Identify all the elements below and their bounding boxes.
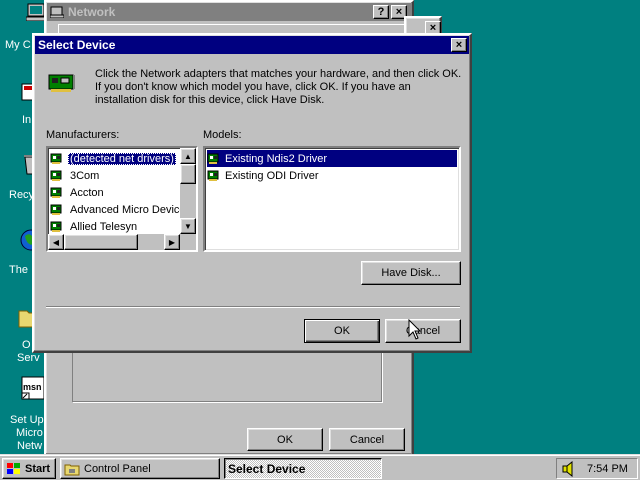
scroll-down-button[interactable]: ▼ [180,218,196,234]
scroll-right-button[interactable]: ▶ [164,234,180,250]
manufacturer-item[interactable]: Allied Telesyn [50,218,139,235]
select-device-close-button[interactable]: × [451,38,467,52]
manufacturers-vscrollbar[interactable]: ▲ ▼ [180,148,196,234]
dialog-ok-button[interactable]: OK [304,319,380,343]
model-item-label: Existing ODI Driver [225,169,319,182]
manufacturer-item-label: Accton [70,186,104,199]
manufacturer-item[interactable]: Advanced Micro Devices [50,201,193,218]
start-button[interactable]: Start [2,458,56,479]
select-device-title: Select Device [38,38,116,52]
desktop-label-setup[interactable]: Set Up [10,414,46,426]
network-adapter-icon [207,170,221,182]
windows-logo-icon [6,462,22,476]
network-ok-button[interactable]: OK [247,428,323,451]
dialog-instructions: Click the Network adapters that matches … [95,68,462,106]
have-disk-button[interactable]: Have Disk... [361,261,461,285]
select-device-dialog: Select Device × Click the Network adapte… [32,33,472,353]
desktop-label-services[interactable]: Serv [17,352,47,364]
control-panel-icon [64,462,80,476]
scroll-up-button[interactable]: ▲ [180,148,196,164]
manufacturer-item[interactable]: 3Com [50,167,101,184]
taskbar-control-panel-label: Control Panel [84,462,151,475]
volume-speaker-icon[interactable] [561,460,577,477]
manufacturers-label: Manufacturers: [46,129,119,141]
network-cancel-button[interactable]: Cancel [329,428,405,451]
manufacturers-listbox[interactable]: (detected net drivers) 3Com Accton Advanced… [46,146,198,252]
desktop-label-network[interactable]: Netw [17,440,47,452]
network-adapter-icon [50,170,64,182]
network-adapter-icon [50,221,64,233]
scroll-thumb[interactable] [180,164,196,184]
model-item-label: Existing Ndis2 Driver [225,152,328,165]
network-adapter-icon [50,153,64,165]
manufacturer-item-label: 3Com [70,169,100,182]
manufacturer-item-label: (detected net drivers) [68,152,176,165]
select-device-titlebar[interactable]: Select Device [35,36,469,54]
network-adapter-icon [50,187,64,199]
models-label: Models: [203,129,242,141]
network-adapter-icon [207,153,221,165]
manufacturers-hscrollbar[interactable]: ◀ ▶ [48,234,180,250]
manufacturer-item[interactable]: (detected net drivers) [50,150,176,167]
taskbar: Start Control Panel Select Device 7:54 P… [0,454,640,480]
taskbar-select-device-label: Select Device [228,461,306,476]
network-window-titlebar[interactable]: Network [47,3,411,21]
manufacturer-item-label: Allied Telesyn [70,220,138,233]
desktop-label-microsoft[interactable]: Micro [16,427,46,439]
network-adapter-icon [48,72,76,94]
manufacturer-item-label: Advanced Micro Devices [70,203,192,216]
models-label-text: Models: [203,129,242,141]
dialog-separator [46,306,460,308]
system-tray: 7:54 PM [556,458,638,479]
network-adapter-icon [50,204,64,216]
network-window-title: Network [68,5,116,19]
manufacturers-label-text: Manufacturers: [46,129,120,141]
manufacturer-item[interactable]: Accton [50,184,106,201]
desktop-label-my-computer[interactable]: My C [5,39,35,51]
taskbar-control-panel[interactable]: Control Panel [60,458,220,479]
scroll-left-button[interactable]: ◀ [48,234,64,250]
model-item[interactable]: Existing ODI Driver [207,167,457,184]
scroll-corner [180,234,196,250]
taskbar-select-device[interactable]: Select Device [224,458,382,479]
dialog-cancel-button[interactable]: Cancel [385,319,461,343]
msn-icon[interactable]: msn [21,376,45,400]
start-label: Start [25,462,51,475]
model-item[interactable]: Existing Ndis2 Driver [207,150,457,167]
clock[interactable]: 7:54 PM [587,463,628,475]
network-window-icon [49,6,65,19]
mouse-cursor-icon [408,318,422,341]
models-listbox[interactable]: Existing Ndis2 Driver Existing ODI Driver [203,146,461,252]
svg-text:msn: msn [23,382,42,392]
hscroll-thumb[interactable] [64,234,138,250]
network-help-button[interactable]: ? [373,5,389,19]
